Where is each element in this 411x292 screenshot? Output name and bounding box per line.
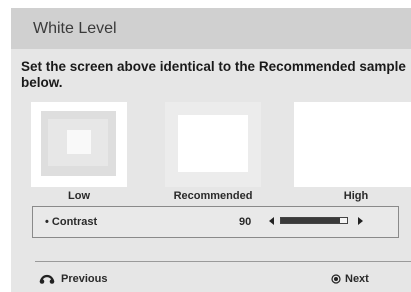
sample-recommended xyxy=(165,102,261,187)
sample-label-recommended: Recommended xyxy=(173,190,253,202)
return-icon xyxy=(39,274,55,284)
dialog-title: White Level xyxy=(33,20,117,37)
sample-low-core xyxy=(67,130,91,154)
sample-low xyxy=(31,102,127,187)
instruction-line-1: Set the screen above identical to the Re… xyxy=(21,59,406,74)
previous-label: Previous xyxy=(61,273,108,285)
ok-button-icon xyxy=(331,274,341,284)
footer-divider xyxy=(35,261,411,262)
sample-recommended-core xyxy=(178,115,248,172)
instruction-line-2: below. xyxy=(21,75,63,90)
instruction-text: Set the screen above identical to the Re… xyxy=(21,59,411,91)
decrease-arrow-icon[interactable] xyxy=(269,217,274,225)
sample-high xyxy=(294,102,411,187)
increase-arrow-icon[interactable] xyxy=(358,217,363,225)
next-label: Next xyxy=(345,273,369,285)
title-bar: White Level xyxy=(11,8,411,49)
sample-label-low: Low xyxy=(68,190,90,202)
white-level-dialog: White Level Set the screen above identic… xyxy=(11,8,411,292)
contrast-value: 90 xyxy=(239,216,252,228)
next-button[interactable]: Next xyxy=(331,273,369,285)
contrast-slider-fill xyxy=(281,218,341,223)
contrast-setting-row[interactable]: • Contrast 90 xyxy=(32,206,399,238)
contrast-label: • Contrast xyxy=(45,216,98,228)
sample-label-high: High xyxy=(343,190,369,202)
previous-button[interactable]: Previous xyxy=(39,273,107,285)
contrast-slider[interactable] xyxy=(280,217,348,224)
